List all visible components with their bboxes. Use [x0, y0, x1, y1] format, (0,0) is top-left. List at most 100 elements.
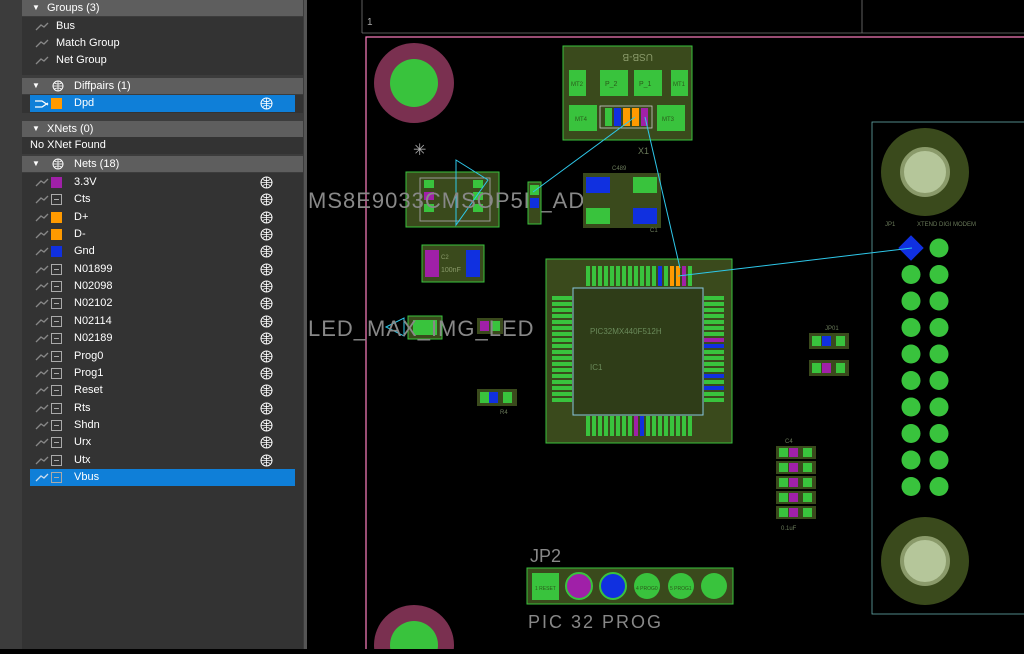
jp1-pad[interactable] — [929, 344, 949, 364]
globe-icon[interactable] — [260, 384, 273, 397]
net-item[interactable]: Urx — [30, 434, 295, 451]
net-item[interactable]: N02102 — [30, 295, 295, 312]
jp1-pad[interactable] — [901, 424, 921, 443]
capacitor-c4-array[interactable]: C4 0.1uF — [776, 439, 816, 532]
net-item[interactable]: N01899 — [30, 261, 295, 278]
net-color-swatch[interactable] — [51, 246, 62, 258]
net-color-swatch[interactable] — [51, 402, 62, 414]
jp1-pad[interactable] — [929, 291, 949, 311]
microcontroller-chip[interactable]: PIC32MX440F512H IC1 — [545, 258, 733, 444]
net-color-swatch[interactable] — [51, 471, 62, 483]
globe-icon[interactable] — [260, 402, 273, 415]
net-item[interactable]: D+ — [30, 209, 295, 226]
globe-icon[interactable] — [260, 245, 273, 258]
net-color-swatch[interactable] — [51, 177, 62, 188]
globe-icon[interactable] — [260, 176, 273, 189]
resistor-r2[interactable] — [809, 360, 849, 376]
net-color-swatch[interactable] — [51, 229, 62, 241]
jp1-pad[interactable] — [929, 371, 949, 390]
small-component[interactable] — [527, 181, 542, 225]
globe-icon[interactable] — [260, 228, 273, 241]
diffpair-item-dpd[interactable]: Dpd — [30, 95, 295, 112]
jp1-pad[interactable] — [901, 291, 921, 311]
globe-icon[interactable] — [52, 80, 64, 92]
globe-icon[interactable] — [260, 280, 273, 293]
globe-icon[interactable] — [260, 419, 273, 432]
net-item[interactable]: Shdn — [30, 417, 295, 434]
net-item[interactable]: 3.3V — [30, 174, 295, 191]
jp1-pad[interactable] — [901, 397, 921, 417]
usb-connector[interactable]: USB-B MT2 P_2 P_1 MT1 MT4 MT3 X1 — [562, 45, 693, 156]
net-color-swatch[interactable] — [51, 454, 62, 466]
globe-icon[interactable] — [260, 350, 273, 363]
collapse-triangle-icon[interactable]: ▼ — [32, 121, 40, 137]
net-color-swatch[interactable] — [51, 315, 62, 327]
net-item[interactable]: D- — [30, 226, 295, 243]
net-item[interactable]: Reset — [30, 382, 295, 399]
globe-icon[interactable] — [260, 454, 273, 467]
resistor-r4[interactable]: R4 — [477, 389, 517, 416]
groups-header[interactable]: ▼ Groups (3) — [22, 0, 303, 16]
diffpairs-header[interactable]: ▼ Diffpairs (1) — [22, 78, 303, 94]
net-item[interactable]: N02189 — [30, 330, 295, 347]
jp2-header[interactable]: JP2 1 RESET 4 PROG0 5 PROG1 PIC 32 PROG — [526, 546, 734, 632]
jp1-pad[interactable] — [929, 424, 949, 443]
capacitor-c1[interactable]: C489 C1 — [583, 166, 661, 234]
jp1-pad[interactable] — [929, 318, 949, 337]
xnets-header[interactable]: ▼ XNets (0) — [22, 121, 303, 137]
net-item[interactable]: Vbus — [30, 468, 295, 486]
globe-icon[interactable] — [260, 367, 273, 380]
globe-icon[interactable] — [260, 193, 273, 206]
jp1-pad[interactable] — [901, 344, 921, 364]
net-color-swatch[interactable] — [51, 350, 62, 362]
jp1-pad[interactable] — [929, 238, 949, 258]
jp1-pad[interactable] — [901, 450, 921, 470]
net-color-swatch[interactable] — [51, 194, 62, 206]
net-item[interactable]: Gnd — [30, 243, 295, 260]
jp1-pad[interactable] — [901, 477, 921, 496]
net-color-swatch[interactable] — [51, 367, 62, 379]
collapse-triangle-icon[interactable]: ▼ — [32, 0, 40, 16]
net-item[interactable]: Prog0 — [30, 348, 295, 365]
group-item-net-group[interactable]: Net Group — [30, 52, 295, 69]
globe-icon[interactable] — [260, 263, 273, 276]
capacitor-c2[interactable]: C2 100nF — [421, 244, 485, 283]
globe-icon[interactable] — [260, 97, 273, 110]
net-color-swatch[interactable] — [51, 263, 62, 275]
globe-icon[interactable] — [52, 158, 64, 170]
net-color-swatch[interactable] — [51, 281, 62, 293]
net-color-swatch[interactable] — [51, 98, 62, 109]
net-item[interactable]: Cts — [30, 191, 295, 208]
regulator-component[interactable]: ✳ — [405, 142, 500, 228]
jp1-pad[interactable] — [929, 397, 949, 417]
net-item[interactable]: N02114 — [30, 313, 295, 330]
net-color-swatch[interactable] — [51, 437, 62, 449]
jp1-pad[interactable] — [901, 265, 921, 284]
jp1-pad[interactable] — [901, 318, 921, 337]
globe-icon[interactable] — [260, 436, 273, 449]
globe-icon[interactable] — [260, 332, 273, 345]
collapse-triangle-icon[interactable]: ▼ — [32, 78, 40, 94]
jp1-pad[interactable] — [929, 265, 949, 284]
net-color-swatch[interactable] — [51, 419, 62, 431]
globe-icon[interactable] — [260, 297, 273, 310]
group-item-bus[interactable]: Bus — [30, 18, 295, 35]
net-item[interactable]: Prog1 — [30, 365, 295, 382]
jp1-connector[interactable]: JP1 XTEND DIGI MODEM — [871, 121, 1024, 615]
net-item[interactable]: N02098 — [30, 278, 295, 295]
net-color-swatch[interactable] — [51, 333, 62, 345]
jp1-pad[interactable] — [901, 371, 921, 390]
pcb-canvas[interactable]: 1 USB-B MT2 P_2 P_1 MT1 MT4 MT3 X1 ✳ MS8… — [307, 0, 1024, 654]
globe-icon[interactable] — [260, 211, 273, 224]
net-item[interactable]: Rts — [30, 400, 295, 417]
collapse-triangle-icon[interactable]: ▼ — [32, 156, 40, 172]
nets-header[interactable]: ▼ Nets (18) — [22, 156, 303, 172]
jp1-pad[interactable] — [929, 477, 949, 496]
group-item-match-group[interactable]: Match Group — [30, 35, 295, 52]
globe-icon[interactable] — [260, 315, 273, 328]
net-color-swatch[interactable] — [51, 211, 62, 223]
net-item[interactable]: Utx — [30, 452, 295, 469]
net-color-swatch[interactable] — [51, 298, 62, 310]
jp1-pad[interactable] — [929, 450, 949, 470]
resistor-r3[interactable]: JP01 — [809, 326, 849, 349]
